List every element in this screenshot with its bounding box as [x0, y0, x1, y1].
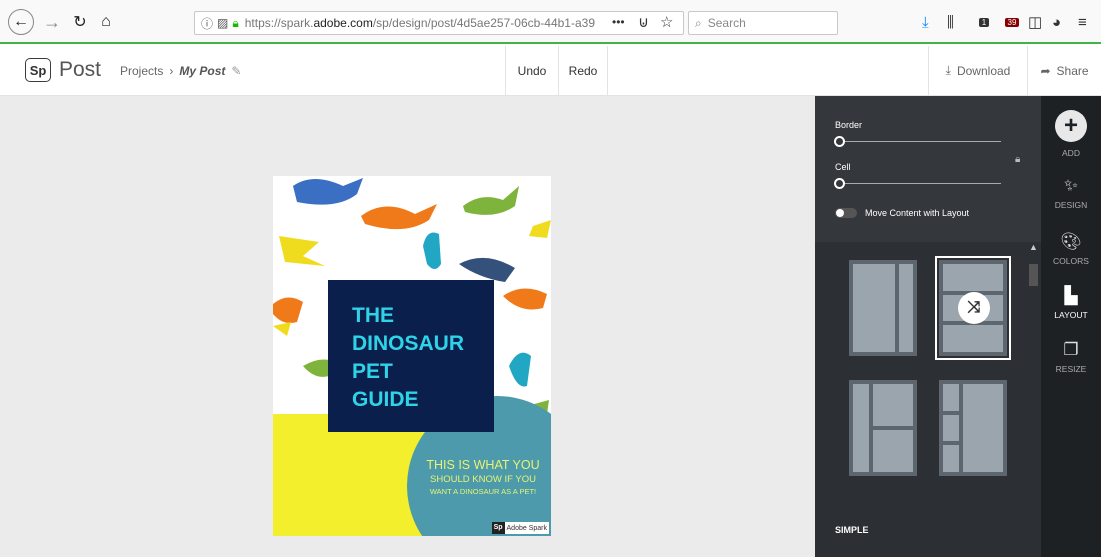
pocket-icon[interactable]: ⊍: [638, 12, 649, 32]
downloads-icon[interactable]: ⤓: [922, 12, 929, 32]
tracking-icon[interactable]: ▨: [217, 16, 228, 30]
layout-panel: Border Cell 🔒︎ Move Content with Layout …: [815, 96, 1041, 557]
share-button[interactable]: ➦ Share: [1027, 46, 1101, 95]
border-slider-knob[interactable]: [834, 136, 845, 147]
border-slider[interactable]: [834, 136, 1001, 147]
bookmark-star-icon[interactable]: ☆: [660, 12, 673, 32]
extension-badge: 1: [978, 17, 990, 27]
lock-icon: 🔒︎: [232, 15, 239, 30]
account-icon[interactable]: ◕: [1052, 12, 1061, 32]
cell-slider[interactable]: [834, 178, 1001, 189]
layout-option-3[interactable]: [849, 380, 917, 476]
poster[interactable]: THE DINOSAUR PET GUIDE THIS IS WHAT YOU …: [273, 176, 551, 536]
spark-logo[interactable]: Sp: [25, 58, 51, 82]
layout-tool[interactable]: ▙ LAYOUT: [1041, 286, 1101, 320]
url-prefix: https://spark.: [244, 16, 314, 30]
cell-slider-knob[interactable]: [834, 178, 845, 189]
share-icon: ➦: [1040, 63, 1051, 78]
layout-options: Border Cell 🔒︎ Move Content with Layout: [815, 96, 1041, 242]
share-label: Share: [1056, 63, 1089, 78]
url-path: /sp/design/post/4d5ae257-06cb-44b1-a39: [372, 16, 595, 30]
cell-label: Cell: [835, 162, 851, 172]
badge-logo: Sp: [491, 522, 505, 534]
library-icon[interactable]: ⫼: [947, 12, 954, 32]
add-label: ADD: [1062, 148, 1080, 158]
browser-toolbar: ← → ↻ ⌂ ⓘ ▨ 🔒︎ https://spark. adobe.com …: [0, 0, 1101, 44]
move-content-label: Move Content with Layout: [865, 208, 970, 218]
app-name: Post: [59, 58, 102, 81]
move-content-toggle[interactable]: [835, 208, 857, 218]
breadcrumb-current[interactable]: My Post: [179, 64, 225, 78]
poster-subtitle-line2: SHOULD KNOW IF YOU: [430, 474, 536, 485]
search-icon: ⌕: [695, 15, 702, 30]
design-label: DESIGN: [1054, 200, 1088, 210]
forward-button[interactable]: →: [40, 10, 64, 34]
poster-title-line: GUIDE: [352, 388, 419, 411]
shuffle-icon[interactable]: ⤨: [958, 292, 990, 324]
resize-tool[interactable]: ❐ RESIZE: [1041, 340, 1101, 374]
poster-title-line: THE: [352, 304, 394, 327]
poster-subtitle-line3: WANT A DINOSAUR AS A PET!: [429, 487, 537, 496]
edit-pencil-icon[interactable]: ✎: [231, 64, 241, 78]
menu-icon[interactable]: ≡: [1078, 12, 1087, 32]
colors-tool[interactable]: 🎨︎ COLORS: [1041, 232, 1101, 266]
add-icon: +: [1055, 110, 1087, 142]
poster-title-line: DINOSAUR: [352, 332, 465, 355]
breadcrumb: Projects › My Post ✎: [120, 64, 241, 78]
badge-text: Adobe Spark: [506, 524, 547, 532]
colors-label: COLORS: [1053, 256, 1089, 266]
download-icon: ⤓: [945, 63, 951, 77]
url-bar[interactable]: ⓘ ▨ 🔒︎ https://spark. adobe.com /sp/desi…: [194, 11, 684, 35]
page-actions-button[interactable]: •••: [612, 12, 625, 32]
sidebar-icon[interactable]: ◫: [1028, 12, 1042, 32]
layout-option-1[interactable]: [849, 260, 917, 356]
border-label: Border: [835, 120, 863, 130]
scroll-thumb[interactable]: [1029, 264, 1038, 286]
resize-label: RESIZE: [1055, 364, 1087, 374]
layout-option-4[interactable]: [939, 380, 1007, 476]
layout-section-label: SIMPLE: [835, 525, 869, 535]
download-button[interactable]: ⤓ Download: [928, 46, 1027, 95]
palette-icon: 🎨︎: [1060, 232, 1082, 251]
search-bar[interactable]: ⌕ Search: [688, 11, 838, 35]
canvas-area[interactable]: THE DINOSAUR PET GUIDE THIS IS WHAT YOU …: [0, 96, 815, 557]
poster-subtitle-line1: THIS IS WHAT YOU: [426, 458, 540, 472]
design-tool[interactable]: ✨︎ DESIGN: [1041, 176, 1101, 210]
scroll-up-icon[interactable]: ▲: [1026, 242, 1041, 256]
ublock-badge: 39: [1004, 17, 1020, 27]
magic-wand-icon: ✨︎: [1064, 176, 1078, 195]
poster-title-box[interactable]: THE DINOSAUR PET GUIDE: [328, 280, 494, 432]
reload-button[interactable]: ↻: [68, 10, 92, 34]
add-tool[interactable]: + ADD: [1041, 110, 1101, 158]
breadcrumb-separator: ›: [169, 64, 174, 78]
lock-icon[interactable]: 🔒︎: [1015, 154, 1020, 165]
info-icon[interactable]: ⓘ: [201, 15, 213, 32]
poster-subtitle[interactable]: THIS IS WHAT YOU SHOULD KNOW IF YOU WANT…: [419, 458, 547, 496]
url-domain: adobe.com: [313, 16, 373, 30]
redo-button[interactable]: Redo: [558, 46, 608, 95]
undo-button[interactable]: Undo: [505, 46, 558, 95]
breadcrumb-projects[interactable]: Projects: [120, 64, 163, 78]
layout-icon: ▙: [1064, 286, 1078, 305]
tool-sidebar: + ADD ✨︎ DESIGN 🎨︎ COLORS ▙ LAYOUT ❐ RES…: [1041, 96, 1101, 557]
layout-scrollbar[interactable]: ▲: [1026, 242, 1041, 557]
app-header: Sp Post Projects › My Post ✎ Undo Redo ⤓…: [0, 46, 1101, 96]
ublock-icon[interactable]: 39: [1000, 12, 1024, 32]
resize-icon: ❐: [1063, 340, 1079, 359]
adobe-spark-badge: Sp Adobe Spark: [491, 522, 549, 534]
layout-label: LAYOUT: [1054, 310, 1088, 320]
extension-icon[interactable]: 1: [974, 12, 994, 32]
home-button[interactable]: ⌂: [94, 10, 118, 34]
search-placeholder: Search: [707, 16, 746, 30]
poster-title-line: PET: [352, 360, 393, 383]
download-label: Download: [956, 63, 1011, 78]
back-button[interactable]: ←: [8, 9, 34, 35]
